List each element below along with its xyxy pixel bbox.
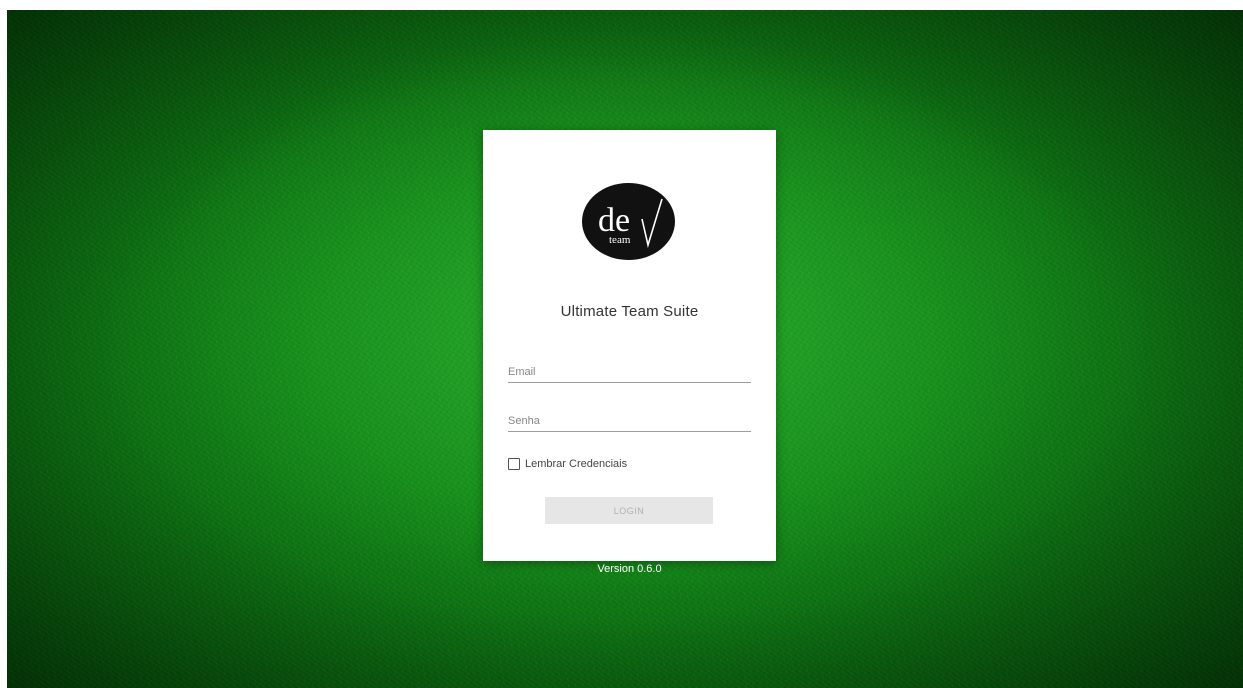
remember-credentials[interactable]: Lembrar Credenciais xyxy=(508,457,627,471)
email-field[interactable] xyxy=(508,358,751,383)
logo: de team xyxy=(582,183,675,260)
checkmark-icon xyxy=(641,198,663,249)
remember-checkbox[interactable] xyxy=(508,458,520,470)
email-input[interactable] xyxy=(508,366,751,378)
login-button[interactable]: LOGIN xyxy=(545,497,713,524)
login-card: de team Ultimate Team Suite Lembrar Cred… xyxy=(483,130,776,561)
version-label: Version 0.6.0 xyxy=(597,563,662,575)
password-field[interactable] xyxy=(508,407,751,432)
top-strip xyxy=(0,0,1243,10)
logo-text-sub: team xyxy=(609,234,631,246)
app-title: Ultimate Team Suite xyxy=(560,303,699,320)
password-input[interactable] xyxy=(508,415,751,427)
remember-label: Lembrar Credenciais xyxy=(525,458,628,470)
logo-graphic: de team xyxy=(598,198,663,249)
